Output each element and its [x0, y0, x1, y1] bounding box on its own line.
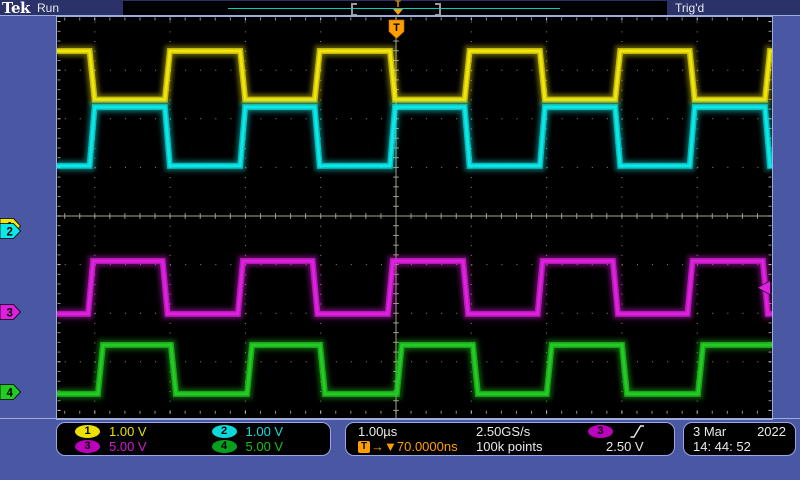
ch1-scale: 1.00 V	[109, 424, 147, 439]
ch3-readout[interactable]: 3 5.00 V	[57, 439, 194, 454]
channel-ref-markers[interactable]: 12 3 4	[0, 219, 21, 400]
channel-readout-box[interactable]: 1 1.00 V 2 1.00 V 3 5.00 V 4 5.00 V	[56, 422, 331, 456]
svg-text:2: 2	[7, 226, 13, 238]
date-year: 2022	[757, 424, 786, 439]
ch3-badge[interactable]: 3	[75, 440, 100, 453]
oscilloscope-screen: Tek Run T Trig'd 1234T 1 1.00 V 2 1.00 V	[0, 0, 800, 480]
ch4-badge[interactable]: 4	[212, 440, 237, 453]
waveform-display-area	[56, 16, 773, 420]
ch4-scale: 5.00 V	[246, 439, 284, 454]
ch4-ref-marker[interactable]: 4	[0, 385, 21, 400]
trigger-t-glyph: T	[392, 0, 404, 9]
ch2-badge[interactable]: 2	[212, 425, 237, 438]
acquisition-status: Run	[37, 1, 59, 15]
status-bar: Tek Run T Trig'd	[0, 0, 800, 16]
trigger-delay-value: 70.0000ns	[397, 439, 458, 454]
trigger-status: Trig'd	[675, 1, 704, 15]
ch2-scale: 1.00 V	[246, 424, 284, 439]
ch2-readout[interactable]: 2 1.00 V	[194, 424, 331, 439]
trigger-source-badge[interactable]: 3	[588, 425, 613, 438]
record-view-bar[interactable]: T	[123, 1, 667, 15]
date-day: 3 Mar	[693, 424, 726, 439]
trigger-delay-arrow: →▼	[371, 439, 397, 454]
ch3-ref-marker[interactable]: 3	[0, 305, 21, 320]
svg-text:3: 3	[7, 307, 13, 319]
ch2-ref-marker[interactable]: 2	[0, 224, 21, 239]
ch3-scale: 5.00 V	[109, 439, 147, 454]
ch1-ref-marker[interactable]: 1	[0, 219, 21, 234]
sample-rate: 2.50GS/s	[476, 424, 580, 439]
svg-text:1: 1	[7, 221, 14, 233]
horizontal-trigger-readout-box[interactable]: 1.00µs 2.50GS/s 3 T →▼ 70.0000ns 100k po…	[345, 422, 675, 456]
frame-line-bottom	[0, 418, 800, 419]
svg-text:4: 4	[7, 387, 14, 399]
trigger-level: 2.50 V	[580, 439, 674, 454]
ch4-readout[interactable]: 4 5.00 V	[194, 439, 331, 454]
trigger-position-bar-icon[interactable]: T	[392, 0, 404, 15]
ch1-badge[interactable]: 1	[75, 425, 100, 438]
trigger-t-badge-icon: T	[358, 441, 370, 453]
trigger-source-cell[interactable]: 3	[580, 424, 674, 439]
datetime-box: 3 Mar 2022 14: 44: 52	[683, 422, 796, 456]
record-length: 100k points	[476, 439, 580, 454]
horizontal-scale: 1.00µs	[358, 424, 476, 439]
trigger-delay-cell: T →▼ 70.0000ns	[358, 439, 476, 454]
rising-edge-icon	[629, 424, 646, 439]
clock-time: 14: 44: 52	[693, 439, 751, 454]
ch1-readout[interactable]: 1 1.00 V	[57, 424, 194, 439]
